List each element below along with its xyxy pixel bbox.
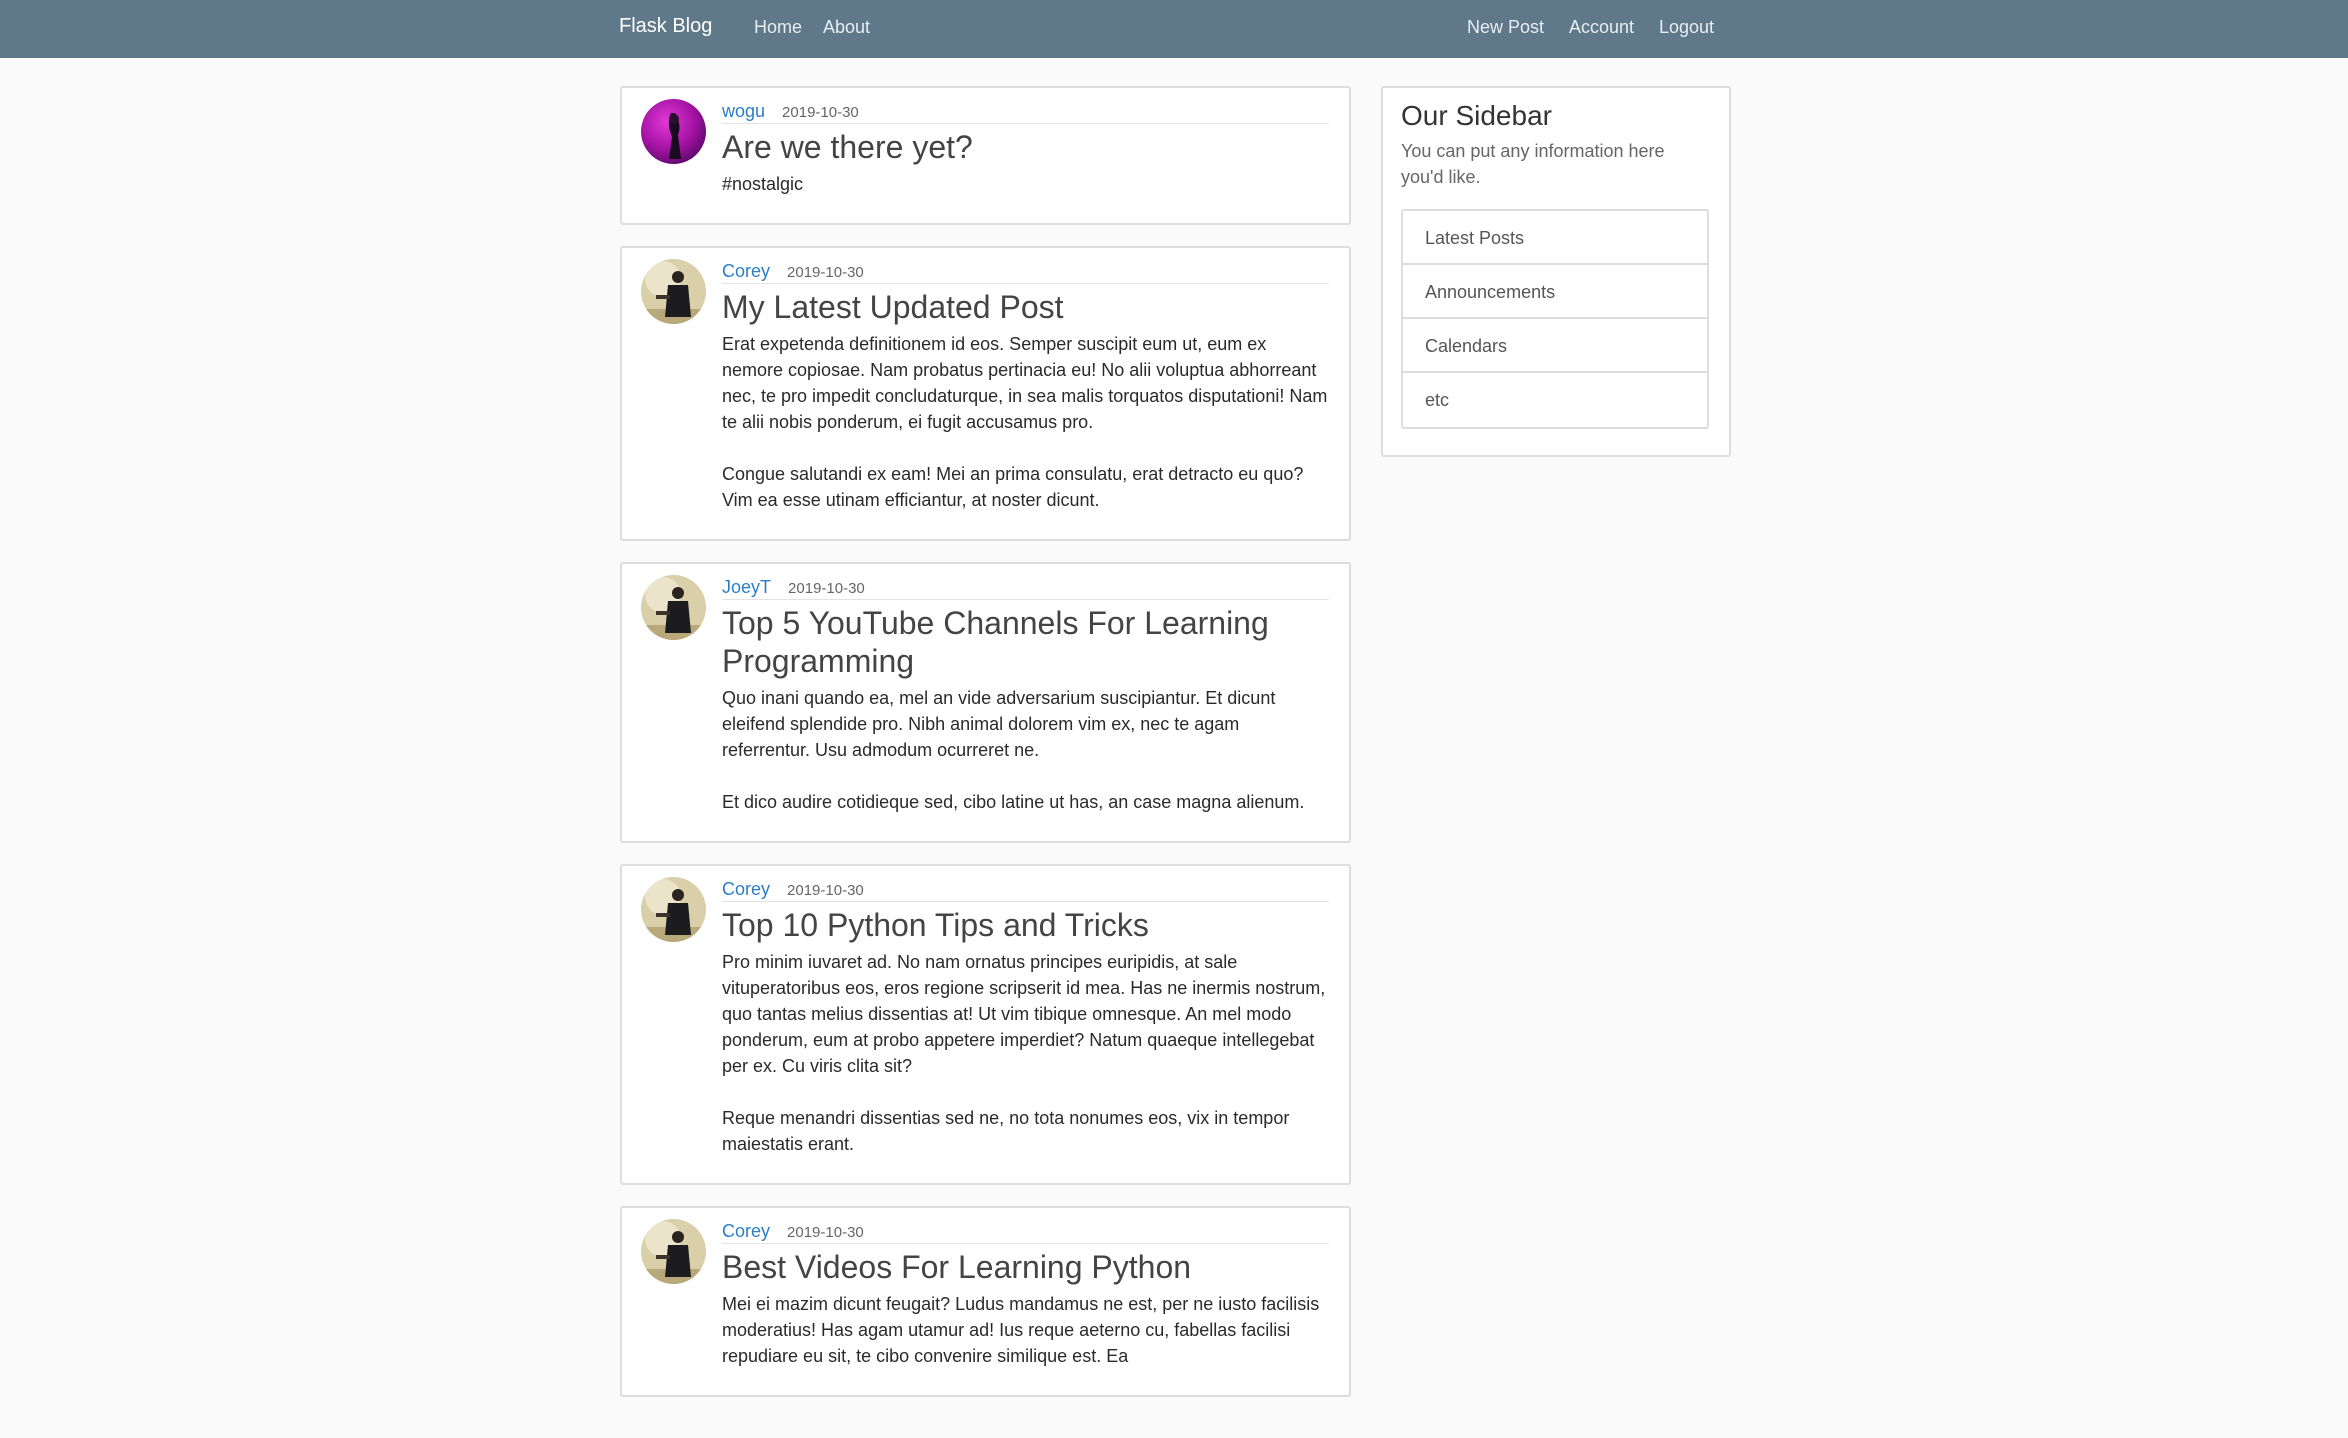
posts-column: wogu 2019-10-30 Are we there yet? #nosta… <box>620 86 1351 1418</box>
post-author-link[interactable]: Corey <box>722 261 770 281</box>
post-content: Mei ei mazim dicunt feugait? Ludus manda… <box>722 1294 1320 1366</box>
sidebar: Our Sidebar You can put any information … <box>1381 86 1731 457</box>
nav-home-link[interactable]: Home <box>754 17 802 38</box>
post-meta: Corey 2019-10-30 <box>722 258 1329 284</box>
post-date: 2019-10-30 <box>788 580 865 597</box>
post-author-link[interactable]: JoeyT <box>722 577 771 597</box>
post-meta: Corey 2019-10-30 <box>722 1218 1329 1244</box>
post-card: JoeyT 2019-10-30 Top 5 YouTube Channels … <box>620 562 1351 843</box>
post-date: 2019-10-30 <box>787 264 864 281</box>
nav-account-link[interactable]: Account <box>1569 17 1634 38</box>
post-date: 2019-10-30 <box>782 104 859 121</box>
post-author-link[interactable]: Corey <box>722 1221 770 1241</box>
sidebar-item-calendars[interactable]: Calendars <box>1403 319 1707 373</box>
brand-link[interactable]: Flask Blog <box>619 15 712 38</box>
nav-new-post-link[interactable]: New Post <box>1467 17 1544 38</box>
post-card: wogu 2019-10-30 Are we there yet? #nosta… <box>620 86 1351 225</box>
post-title-link[interactable]: Top 5 YouTube Channels For Learning Prog… <box>722 604 1329 680</box>
man-portrait-icon <box>641 1219 706 1284</box>
post-meta: JoeyT 2019-10-30 <box>722 574 1329 600</box>
man-portrait-icon <box>641 575 706 640</box>
post-title-link[interactable]: My Latest Updated Post <box>722 288 1329 326</box>
sidebar-item-latest-posts[interactable]: Latest Posts <box>1403 211 1707 265</box>
top-navbar: Flask Blog Home About New Post Account L… <box>0 0 2348 58</box>
post-content: #nostalgic <box>722 174 804 194</box>
author-avatar <box>641 99 706 164</box>
sidebar-list: Latest Posts Announcements Calendars etc <box>1401 209 1709 429</box>
man-portrait-icon <box>641 259 706 324</box>
sidebar-item-announcements[interactable]: Announcements <box>1403 265 1707 319</box>
author-avatar <box>641 575 706 640</box>
man-portrait-icon <box>641 877 706 942</box>
author-avatar <box>641 1219 706 1284</box>
author-avatar <box>641 877 706 942</box>
post-card: Corey 2019-10-30 Best Videos For Learnin… <box>620 1206 1351 1397</box>
author-avatar <box>641 259 706 324</box>
sidebar-text: You can put any information here you'd l… <box>1401 141 1665 187</box>
post-date: 2019-10-30 <box>787 1224 864 1241</box>
sidebar-item-etc[interactable]: etc <box>1403 373 1707 427</box>
post-card: Corey 2019-10-30 Top 10 Python Tips and … <box>620 864 1351 1185</box>
post-title-link[interactable]: Top 10 Python Tips and Tricks <box>722 906 1329 944</box>
post-title-link[interactable]: Best Videos For Learning Python <box>722 1248 1329 1286</box>
nav-about-link[interactable]: About <box>823 17 870 38</box>
purple-portrait-icon <box>641 99 706 164</box>
post-content: Erat expetenda definitionem id eos. Semp… <box>722 334 1328 510</box>
post-title-link[interactable]: Are we there yet? <box>722 128 1329 166</box>
post-meta: Corey 2019-10-30 <box>722 876 1329 902</box>
post-date: 2019-10-30 <box>787 882 864 899</box>
post-content: Quo inani quando ea, mel an vide adversa… <box>722 688 1305 812</box>
post-meta: wogu 2019-10-30 <box>722 98 1329 124</box>
post-card: Corey 2019-10-30 My Latest Updated Post … <box>620 246 1351 541</box>
post-content: Pro minim iuvaret ad. No nam ornatus pri… <box>722 952 1326 1154</box>
post-author-link[interactable]: Corey <box>722 879 770 899</box>
nav-logout-link[interactable]: Logout <box>1659 17 1714 38</box>
sidebar-title: Our Sidebar <box>1401 100 1552 131</box>
post-author-link[interactable]: wogu <box>722 101 765 121</box>
